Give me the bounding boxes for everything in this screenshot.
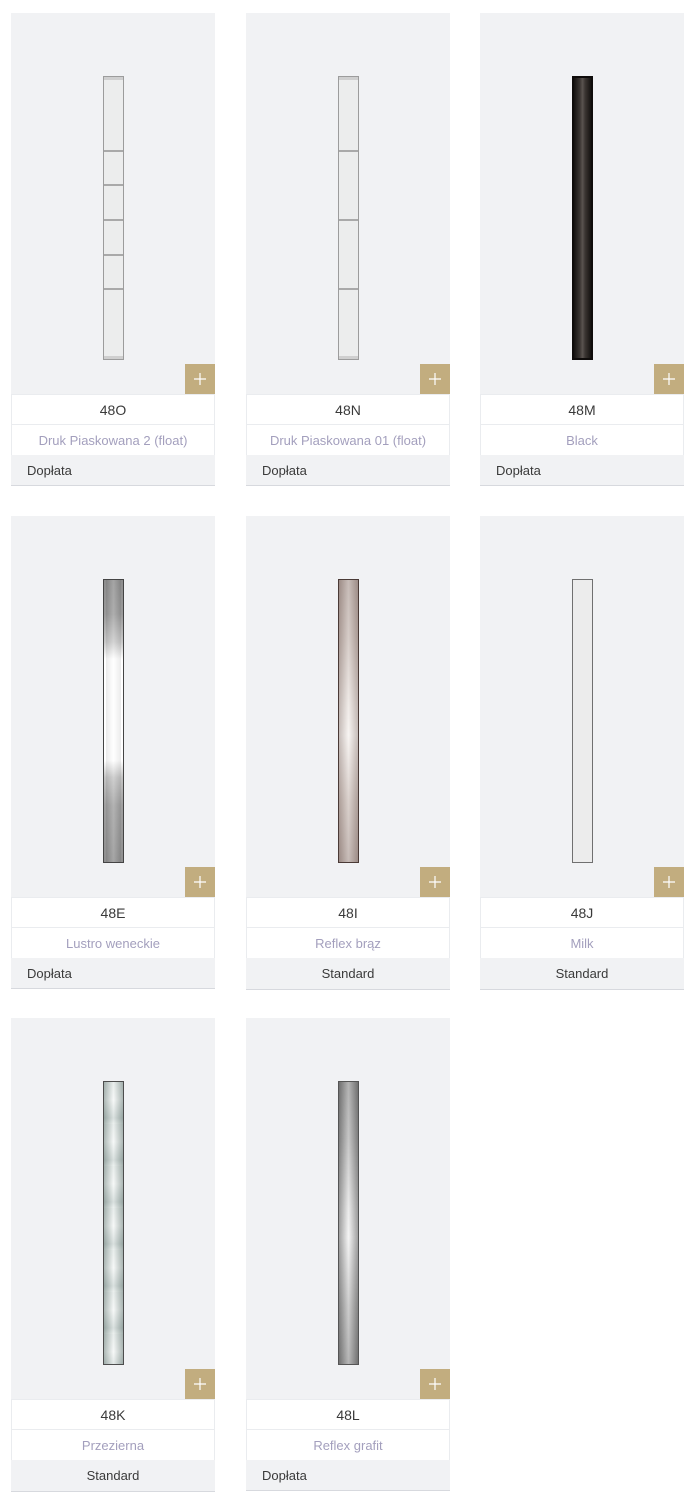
- product-card-48m[interactable]: 48M Black Dopłata: [480, 13, 684, 487]
- product-card-48j[interactable]: 48J Milk Standard: [480, 516, 684, 990]
- price-label: Dopłata: [246, 455, 450, 486]
- add-button[interactable]: [185, 1369, 215, 1399]
- plus-icon: [663, 876, 675, 888]
- product-card-48n[interactable]: 48N Druk Piaskowana 01 (float) Dopłata: [246, 13, 450, 487]
- product-name: Milk: [480, 927, 684, 958]
- product-code: 48I: [246, 897, 450, 927]
- price-label: Dopłata: [11, 455, 215, 486]
- price-label: Dopłata: [11, 958, 215, 989]
- product-name: Druk Piaskowana 01 (float): [246, 424, 450, 455]
- product-name: Black: [480, 424, 684, 455]
- product-card-48k[interactable]: 48K Przezierna Standard: [11, 1018, 215, 1492]
- add-button[interactable]: [654, 364, 684, 394]
- price-label: Dopłata: [480, 455, 684, 486]
- product-card-48i[interactable]: 48I Reflex brąz Standard: [246, 516, 450, 990]
- price-label: Standard: [11, 1460, 215, 1492]
- glass-preview-48k: [103, 1081, 124, 1365]
- product-name: Przezierna: [11, 1429, 215, 1460]
- add-button[interactable]: [420, 364, 450, 394]
- product-code: 48M: [480, 394, 684, 424]
- product-code: 48K: [11, 1399, 215, 1429]
- product-image[interactable]: [11, 516, 215, 897]
- product-image[interactable]: [11, 13, 215, 394]
- plus-icon: [663, 373, 675, 385]
- plus-icon: [194, 876, 206, 888]
- price-label: Standard: [480, 958, 684, 990]
- product-image[interactable]: [246, 1018, 450, 1399]
- add-button[interactable]: [420, 867, 450, 897]
- product-image[interactable]: [480, 13, 684, 394]
- product-grid: 48O Druk Piaskowana 2 (float) Dopłata 48…: [0, 0, 695, 1504]
- plus-icon: [194, 1378, 206, 1390]
- product-card-48e[interactable]: 48E Lustro weneckie Dopłata: [11, 516, 215, 990]
- price-label: Standard: [246, 958, 450, 990]
- plus-icon: [429, 1378, 441, 1390]
- add-button[interactable]: [185, 867, 215, 897]
- add-button[interactable]: [654, 867, 684, 897]
- product-image[interactable]: [480, 516, 684, 897]
- product-name: Reflex brąz: [246, 927, 450, 958]
- product-image[interactable]: [246, 13, 450, 394]
- price-label: Dopłata: [246, 1460, 450, 1491]
- product-code: 48L: [246, 1399, 450, 1429]
- product-code: 48J: [480, 897, 684, 927]
- product-card-48l[interactable]: 48L Reflex grafit Dopłata: [246, 1018, 450, 1492]
- product-code: 48O: [11, 394, 215, 424]
- add-button[interactable]: [420, 1369, 450, 1399]
- glass-preview-48j: [572, 579, 593, 863]
- product-image[interactable]: [246, 516, 450, 897]
- product-name: Druk Piaskowana 2 (float): [11, 424, 215, 455]
- glass-preview-48n: [338, 76, 359, 360]
- add-button[interactable]: [185, 364, 215, 394]
- plus-icon: [429, 876, 441, 888]
- product-image[interactable]: [11, 1018, 215, 1399]
- glass-preview-48m: [572, 76, 593, 360]
- product-card-48o[interactable]: 48O Druk Piaskowana 2 (float) Dopłata: [11, 13, 215, 487]
- glass-preview-48l: [338, 1081, 359, 1365]
- plus-icon: [194, 373, 206, 385]
- product-code: 48N: [246, 394, 450, 424]
- product-name: Lustro weneckie: [11, 927, 215, 958]
- product-code: 48E: [11, 897, 215, 927]
- glass-preview-48i: [338, 579, 359, 863]
- glass-preview-48e: [103, 579, 124, 863]
- plus-icon: [429, 373, 441, 385]
- product-name: Reflex grafit: [246, 1429, 450, 1460]
- glass-preview-48o: [103, 76, 124, 360]
